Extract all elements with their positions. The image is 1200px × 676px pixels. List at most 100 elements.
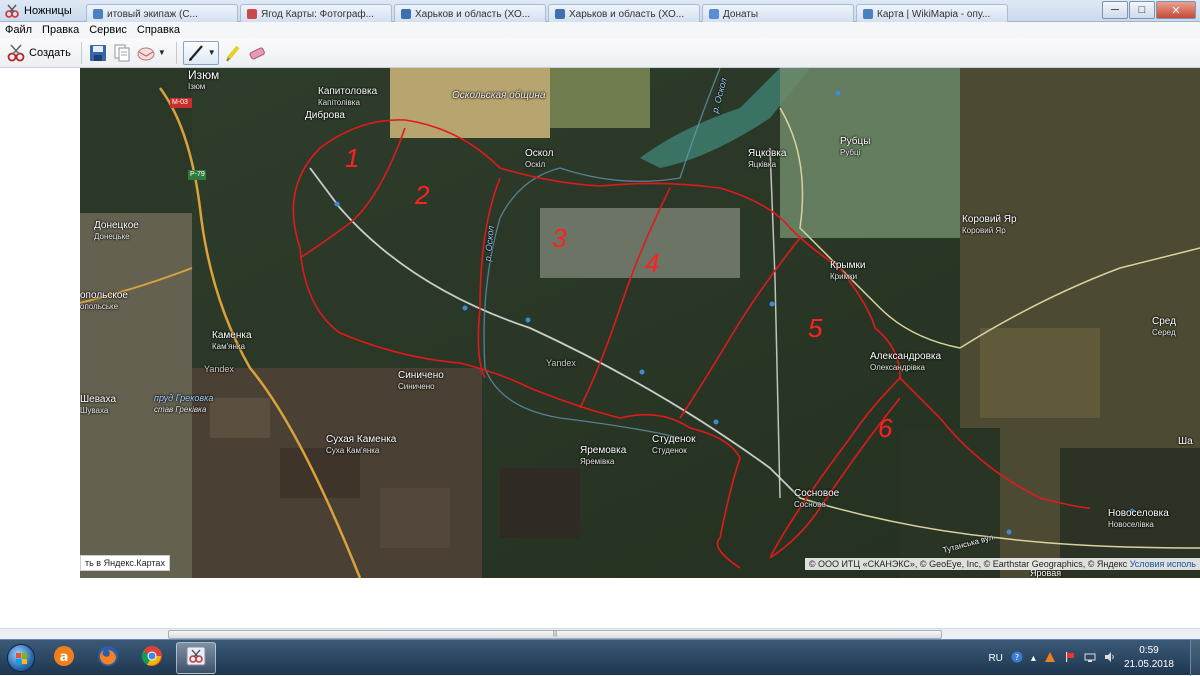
toolbar-divider [80, 41, 82, 64]
browser-tab[interactable]: Харьков и область (ХО... [548, 3, 700, 22]
zone-number: 5 [808, 313, 823, 343]
action-center-flag-icon[interactable] [1064, 651, 1076, 666]
eraser-icon [247, 43, 267, 63]
pen-button[interactable]: ▼ [182, 40, 219, 65]
tab-favicon [247, 9, 257, 19]
save-icon [88, 43, 108, 63]
app-tray-icon[interactable] [1044, 651, 1056, 666]
copy-icon [112, 43, 132, 63]
place-label: Оскольская община [452, 90, 546, 101]
place-label: опольское опольське [80, 290, 128, 311]
network-icon[interactable] [1084, 651, 1096, 666]
copy-button[interactable] [112, 41, 132, 65]
scrollbar-thumb[interactable]: ||| [168, 630, 942, 639]
pond-label: пруд Грековка став Греківка [154, 393, 214, 414]
yandex-watermark: Yandex [204, 364, 234, 374]
scissors-icon [6, 43, 26, 63]
help-icon[interactable]: ? [1011, 651, 1023, 666]
highlighter-button[interactable] [223, 41, 243, 65]
place-label: Рубцы Рубці [840, 136, 871, 157]
show-desktop-button[interactable] [1190, 640, 1200, 676]
map-copyright: © ООО ИТЦ «СКАНЭКС», © GeoEye, Inc, © Ea… [804, 558, 1200, 570]
taskbar-avast[interactable]: a [44, 642, 84, 674]
chevron-down-icon[interactable]: ▼ [158, 48, 166, 57]
browser-tab[interactable]: итовый экипаж (С... [86, 3, 238, 22]
avast-icon: a [52, 644, 76, 671]
toolbar: Создать ▼ ▼ [0, 38, 1200, 68]
horizontal-scrollbar[interactable]: ||| [0, 628, 1200, 639]
place-label: Каменка Кам'янка [212, 330, 252, 351]
browser-tab[interactable]: Карта | WikiMapia - опу... [856, 3, 1008, 22]
menu-tools[interactable]: Сервис [84, 24, 132, 36]
save-button[interactable] [88, 41, 108, 65]
chrome-icon [140, 644, 164, 671]
chevron-down-icon[interactable]: ▼ [208, 48, 216, 57]
send-button[interactable]: ▼ [136, 41, 166, 65]
background-browser-tabs: итовый экипаж (С... Ягод Карты: Фотограф… [86, 0, 1010, 22]
create-button[interactable]: Создать [6, 41, 71, 65]
language-indicator[interactable]: RU [988, 653, 1002, 664]
tab-favicon [709, 9, 719, 19]
system-tray: RU ? ▴ 0:59 21.05.2018 [988, 640, 1200, 676]
volume-icon[interactable] [1104, 651, 1116, 666]
zone-number: 2 [415, 180, 430, 210]
taskbar-snipping-tool[interactable] [176, 641, 216, 674]
start-button[interactable] [2, 641, 40, 675]
tab-favicon [555, 9, 565, 19]
clock-date: 21.05.2018 [1123, 659, 1174, 670]
yandex-watermark: Yandex [546, 358, 576, 368]
zone-number: 6 [878, 413, 893, 443]
place-label: Сухая Каменка Суха Кам'янка [326, 434, 397, 455]
minimize-button[interactable]: ─ [1102, 1, 1128, 19]
place-label: Коровий Яр Коровий Яр [962, 214, 1017, 235]
taskbar: a RU ? ▴ 0:59 21.05.2018 [0, 639, 1200, 676]
close-button[interactable]: ✕ [1156, 1, 1196, 19]
envelope-send-icon [136, 43, 156, 63]
create-label: Создать [29, 46, 71, 59]
road-shield-label: М-03 [172, 99, 188, 106]
terms-link[interactable]: Условия исполь [1130, 559, 1196, 569]
menu-help[interactable]: Справка [132, 24, 185, 36]
road-shield-label: Р-79 [190, 171, 205, 178]
tab-favicon [863, 9, 873, 19]
zone-number: 1 [345, 143, 360, 173]
zone-number: 3 [552, 223, 567, 253]
menu-file[interactable]: Файл [0, 24, 37, 36]
svg-text:a: a [60, 650, 69, 665]
window-controls: ─ □ ✕ [1101, 1, 1196, 19]
place-label: Александровка Олександрівка [870, 351, 942, 372]
browser-tab[interactable]: Ягод Карты: Фотограф... [240, 3, 392, 22]
highlighter-icon [223, 43, 243, 63]
svg-text:?: ? [1015, 653, 1019, 662]
place-label: Изюм Ізюм [188, 68, 220, 91]
place-label: Сред Серед [1152, 316, 1176, 337]
tab-favicon [401, 9, 411, 19]
menu-edit[interactable]: Правка [37, 24, 84, 36]
place-label: Яцковка Яцківка [748, 148, 787, 169]
browser-tab[interactable]: Донаты [702, 3, 854, 22]
place-label: Сосновое Соснове [794, 488, 840, 509]
eraser-button[interactable] [247, 41, 267, 65]
place-label: Яремовка Яремівка [580, 445, 627, 466]
browser-tab[interactable]: Харьков и область (ХО... [394, 3, 546, 22]
scissors-app-icon [4, 3, 20, 19]
app-title: Ножницы [24, 4, 72, 17]
open-in-yandex-maps-link[interactable]: ть в Яндекс.Картах [80, 555, 170, 571]
clock-time: 0:59 [1139, 645, 1159, 656]
tab-favicon [93, 9, 103, 19]
place-label: Оскол Оскіл [525, 148, 554, 169]
taskbar-firefox[interactable] [88, 642, 128, 674]
place-label: Шевахa Шуваха [80, 394, 117, 415]
place-label: Диброва [305, 110, 345, 121]
satellite-map-snip: 1 2 3 4 5 6 Изюм Ізюм Капитоловка Капітолі… [80, 68, 1200, 578]
maximize-button[interactable]: □ [1129, 1, 1155, 19]
toolbar-divider [175, 41, 177, 64]
place-label: Донецкое Донецьке [94, 220, 139, 241]
place-label: Крымки Кримки [830, 260, 866, 281]
clock[interactable]: 0:59 21.05.2018 [1124, 644, 1174, 672]
place-label: Капитоловка Капітолівка [318, 86, 378, 107]
show-hidden-icons-icon[interactable]: ▴ [1031, 653, 1036, 664]
snip-canvas[interactable]: 1 2 3 4 5 6 Изюм Ізюм Капитоловка Капітолі… [0, 68, 1200, 628]
map-imagery [80, 68, 1200, 578]
taskbar-chrome[interactable] [132, 642, 172, 674]
